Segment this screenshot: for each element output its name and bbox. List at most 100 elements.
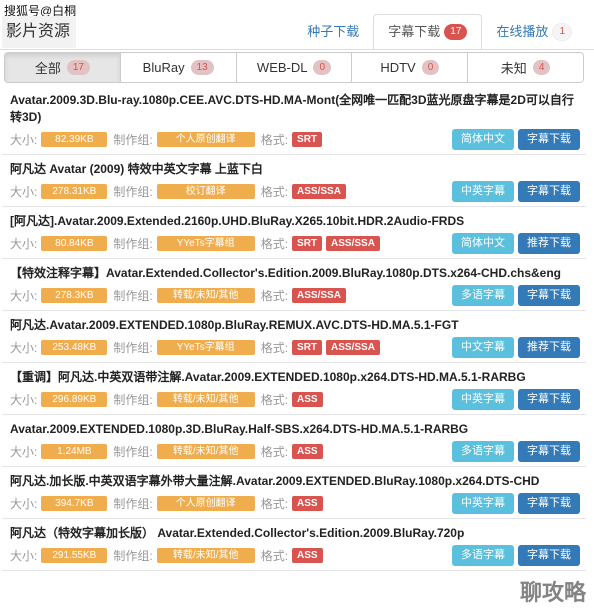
item-meta: 大小: 253.48KB 制作组: YYeTs字幕组 格式: SRT ASS/SS…	[10, 336, 580, 358]
language-button[interactable]: 中文字幕	[452, 336, 514, 358]
tab-subtitles[interactable]: 字幕下载 17	[373, 14, 483, 50]
language-button[interactable]: 多语字幕	[452, 440, 514, 462]
size-badge: 296.89KB	[41, 391, 108, 407]
format-badge: ASS	[292, 443, 323, 459]
group-badge: 转载/未知/其他	[156, 391, 255, 407]
list-item: 阿凡达.Avatar.2009.EXTENDED.1080p.BluRay.RE…	[2, 311, 586, 363]
language-button[interactable]: 简体中文	[452, 232, 514, 254]
format-label: 格式:	[260, 496, 289, 511]
filter-unknown[interactable]: 未知 4	[468, 53, 583, 82]
filter-group: 全部 17 BluRay 13 WEB-DL 0 HDTV 0 未知 4	[4, 52, 584, 83]
download-button[interactable]: 字幕下载	[518, 388, 580, 410]
item-meta: 大小: 291.55KB 制作组: 转载/未知/其他 格式: ASS 多语字幕 …	[10, 544, 580, 566]
group-badge: 个人原创翻译	[156, 495, 255, 511]
header: 搜狐号@白桐 影片资源 种子下载 字幕下载 17 在线播放 1	[0, 0, 594, 50]
size-label: 大小:	[10, 392, 38, 407]
format-badge: SRT	[292, 131, 323, 147]
size-badge: 80.84KB	[41, 235, 108, 251]
tab-label: 种子下载	[307, 24, 360, 39]
filter-label: WEB-DL	[256, 60, 308, 75]
group-label: 制作组:	[113, 132, 153, 147]
item-meta: 大小: 80.84KB 制作组: YYeTs字幕组 格式: SRT ASS/SSA…	[10, 232, 580, 254]
group-badge: YYeTs字幕组	[156, 339, 255, 355]
format-badge: ASS/SSA	[292, 183, 346, 199]
list-item: 阿凡达（特效字幕加长版） Avatar.Extended.Collector's…	[2, 519, 586, 571]
size-badge: 394.7KB	[41, 495, 108, 511]
download-button[interactable]: 字幕下载	[518, 180, 580, 202]
section-title: 影片资源	[2, 16, 77, 48]
item-meta: 大小: 278.31KB 制作组: 校订翻译 格式: ASS/SSA 中英字幕 …	[10, 180, 580, 202]
language-button[interactable]: 简体中文	[452, 128, 514, 150]
tab-label: 字幕下载	[388, 24, 441, 39]
group-label: 制作组:	[113, 496, 153, 511]
filter-webdl[interactable]: WEB-DL 0	[236, 53, 353, 82]
main-tabs: 种子下载 字幕下载 17 在线播放 1	[293, 14, 586, 50]
group-label: 制作组:	[113, 340, 153, 355]
group-label: 制作组:	[113, 288, 153, 303]
language-button[interactable]: 中英字幕	[452, 388, 514, 410]
size-label: 大小:	[10, 340, 38, 355]
count-badge: 0	[313, 60, 332, 75]
group-badge: 个人原创翻译	[156, 131, 255, 147]
language-button[interactable]: 多语字幕	[452, 284, 514, 306]
item-title[interactable]: 【重调】阿凡达.中英双语带注解.Avatar.2009.EXTENDED.108…	[10, 369, 580, 386]
filter-label: HDTV	[380, 60, 416, 75]
item-title[interactable]: Avatar.2009.EXTENDED.1080p.3D.BluRay.Hal…	[10, 421, 580, 438]
size-badge: 278.3KB	[41, 287, 108, 303]
item-title[interactable]: Avatar.2009.3D.Blu-ray.1080p.CEE.AVC.DTS…	[10, 92, 580, 126]
item-title[interactable]: 阿凡达.Avatar.2009.EXTENDED.1080p.BluRay.RE…	[10, 317, 580, 334]
download-button[interactable]: 字幕下载	[518, 544, 580, 566]
download-button[interactable]: 字幕下载	[518, 128, 580, 150]
list-item: 【特效注释字幕】Avatar.Extended.Collector's.Edit…	[2, 259, 586, 311]
format-badge: SRT	[292, 339, 323, 355]
size-label: 大小:	[10, 236, 38, 251]
download-button[interactable]: 字幕下载	[518, 284, 580, 306]
format-badge: ASS/SSA	[326, 339, 380, 355]
size-label: 大小:	[10, 288, 38, 303]
group-label: 制作组:	[113, 392, 153, 407]
size-badge: 1.24MB	[41, 443, 108, 459]
language-button[interactable]: 中英字幕	[452, 180, 514, 202]
format-label: 格式:	[260, 340, 289, 355]
item-meta: 大小: 296.89KB 制作组: 转载/未知/其他 格式: ASS 中英字幕 …	[10, 388, 580, 410]
filter-bluray[interactable]: BluRay 13	[120, 53, 237, 82]
size-badge: 278.31KB	[41, 183, 108, 199]
item-meta: 大小: 278.3KB 制作组: 转载/未知/其他 格式: ASS/SSA 多语…	[10, 284, 580, 306]
size-label: 大小:	[10, 444, 38, 459]
group-badge: 转载/未知/其他	[156, 287, 255, 303]
format-label: 格式:	[260, 236, 289, 251]
item-meta: 大小: 82.39KB 制作组: 个人原创翻译 格式: SRT 简体中文 字幕下…	[10, 128, 580, 150]
group-badge: 转载/未知/其他	[156, 547, 255, 563]
list-item: [阿凡达].Avatar.2009.Extended.2160p.UHD.Blu…	[2, 207, 586, 259]
item-title[interactable]: 【特效注释字幕】Avatar.Extended.Collector's.Edit…	[10, 265, 580, 282]
format-label: 格式:	[260, 132, 289, 147]
list-item: 阿凡达 Avatar (2009) 特效中英文字幕 上蓝下白 大小: 278.3…	[2, 155, 586, 207]
item-title[interactable]: 阿凡达 Avatar (2009) 特效中英文字幕 上蓝下白	[10, 161, 580, 178]
list-item: 阿凡达.加长版.中英双语字幕外带大量注解.Avatar.2009.EXTENDE…	[2, 467, 586, 519]
count-badge: 4	[532, 60, 551, 75]
item-title[interactable]: 阿凡达（特效字幕加长版） Avatar.Extended.Collector's…	[10, 525, 580, 542]
language-button[interactable]: 多语字幕	[452, 544, 514, 566]
download-button[interactable]: 推荐下载	[518, 232, 580, 254]
item-title[interactable]: 阿凡达.加长版.中英双语字幕外带大量注解.Avatar.2009.EXTENDE…	[10, 473, 580, 490]
size-badge: 82.39KB	[41, 131, 108, 147]
format-badge: SRT	[292, 235, 323, 251]
list-item: Avatar.2009.3D.Blu-ray.1080p.CEE.AVC.DTS…	[2, 86, 586, 155]
corner-watermark: 聊攻略	[519, 580, 586, 605]
list-item: 【重调】阿凡达.中英双语带注解.Avatar.2009.EXTENDED.108…	[2, 363, 586, 415]
subtitle-list: Avatar.2009.3D.Blu-ray.1080p.CEE.AVC.DTS…	[2, 86, 586, 571]
tab-online-play[interactable]: 在线播放 1	[482, 14, 586, 50]
filter-hdtv[interactable]: HDTV 0	[352, 53, 469, 82]
item-meta: 大小: 1.24MB 制作组: 转载/未知/其他 格式: ASS 多语字幕 字幕…	[10, 440, 580, 462]
language-button[interactable]: 中英字幕	[452, 492, 514, 514]
tab-torrent[interactable]: 种子下载	[293, 14, 373, 50]
format-badge: ASS	[292, 391, 323, 407]
download-button[interactable]: 推荐下载	[518, 336, 580, 358]
item-title[interactable]: [阿凡达].Avatar.2009.Extended.2160p.UHD.Blu…	[10, 213, 580, 230]
filter-label: 未知	[500, 61, 527, 76]
download-button[interactable]: 字幕下载	[518, 492, 580, 514]
download-button[interactable]: 字幕下载	[518, 440, 580, 462]
filter-all[interactable]: 全部 17	[5, 53, 121, 82]
group-label: 制作组:	[113, 184, 153, 199]
size-badge: 253.48KB	[41, 339, 108, 355]
